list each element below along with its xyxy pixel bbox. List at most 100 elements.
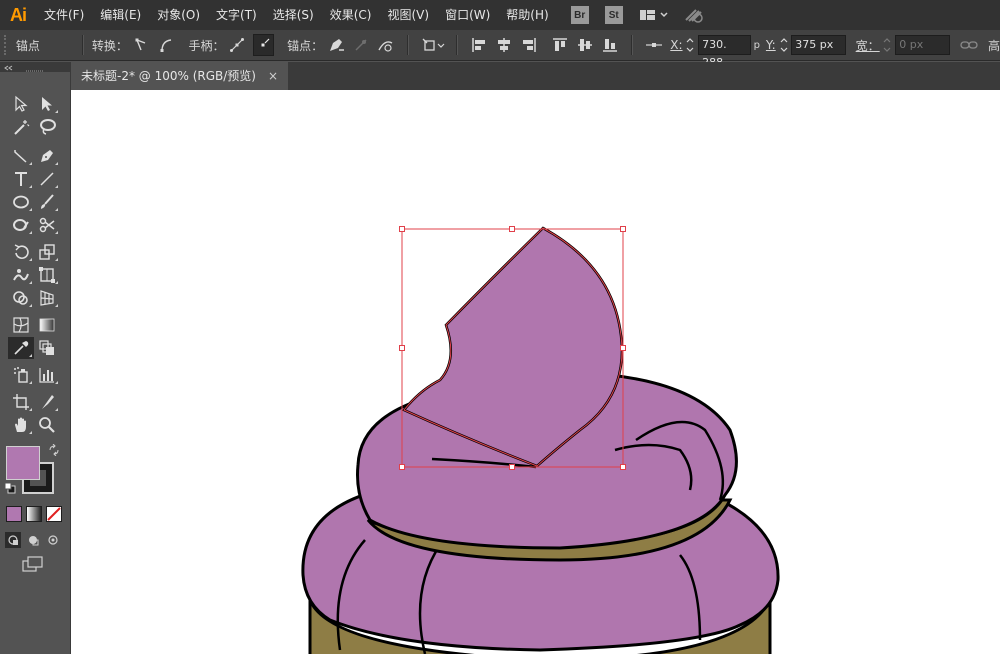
control-bar: 锚点 转换： 手柄： 锚点： X: 730. 288 p Y: 375 px 宽… (0, 30, 1000, 69)
hand-icon (15, 417, 26, 432)
free-transform-tool[interactable] (34, 264, 60, 286)
stock-button[interactable]: St (604, 6, 623, 24)
none-mode-button[interactable] (46, 506, 62, 522)
swap-fill-stroke-icon[interactable] (48, 444, 60, 456)
show-handles-button[interactable] (228, 35, 247, 55)
convert-to-corner-button[interactable] (131, 35, 150, 55)
hide-handles-button[interactable] (252, 34, 275, 56)
workspace-switcher[interactable] (639, 8, 669, 22)
mesh-tool[interactable] (8, 314, 34, 336)
width-input[interactable]: 0 px (895, 35, 950, 55)
menu-file[interactable]: 文件(F) (36, 0, 92, 30)
close-tab-icon[interactable]: × (268, 62, 278, 90)
isolate-object-button[interactable] (420, 35, 445, 55)
align-right-button[interactable] (520, 35, 539, 55)
menu-select[interactable]: 选择(S) (265, 0, 322, 30)
y-stepper[interactable] (778, 35, 790, 55)
menu-type[interactable]: 文字(T) (208, 0, 265, 30)
align-bottom-icon (603, 39, 618, 52)
draw-behind-button[interactable] (25, 532, 41, 548)
cut-path-at-anchor-button[interactable] (377, 35, 396, 55)
connect-anchors-button[interactable] (351, 35, 370, 55)
symbol-sprayer-icon (14, 366, 28, 383)
magic-wand-tool[interactable] (8, 116, 34, 138)
shaper-tool[interactable] (8, 214, 34, 236)
zoom-tool[interactable] (34, 414, 60, 436)
remove-anchor-button[interactable] (326, 35, 345, 55)
perspective-grid-tool[interactable] (34, 287, 60, 309)
x-position-input[interactable]: 730. 288 (698, 35, 751, 69)
align-top-button[interactable] (550, 35, 569, 55)
gradient-icon (39, 318, 55, 331)
constrain-proportions-button[interactable] (960, 35, 979, 55)
line-segment-tool[interactable] (34, 168, 60, 190)
lasso-tool[interactable] (34, 116, 60, 138)
warp-tool[interactable] (8, 264, 34, 286)
arrow-solid-icon (42, 96, 52, 111)
document-tab[interactable]: 未标题-2* @ 100% (RGB/预览) × (71, 62, 289, 90)
screen-mode-button[interactable] (22, 556, 44, 575)
type-tool[interactable] (8, 168, 34, 190)
divider (407, 35, 410, 55)
menu-effect[interactable]: 效果(C) (322, 0, 380, 30)
width-stepper[interactable] (882, 35, 894, 55)
artboard-tool[interactable] (8, 391, 34, 413)
pen-minus-icon (329, 39, 344, 51)
connect-anchors-icon (355, 39, 367, 51)
convert-to-smooth-button[interactable] (156, 35, 175, 55)
align-left-button[interactable] (469, 35, 488, 55)
gpu-performance-icon[interactable] (683, 7, 705, 23)
shaper-icon (13, 218, 29, 231)
y-label: Y: (765, 38, 776, 52)
rotate-tool[interactable] (8, 241, 34, 263)
scissors-tool[interactable] (34, 214, 60, 236)
pen-nib-icon (41, 149, 53, 162)
control-bar-grip[interactable] (4, 35, 10, 55)
default-fill-stroke-icon[interactable] (4, 482, 16, 494)
ellipse-icon (13, 195, 29, 208)
hand-tool[interactable] (8, 414, 34, 436)
gradient-mode-button[interactable] (26, 506, 42, 522)
draw-inside-button[interactable] (45, 532, 61, 548)
menu-view[interactable]: 视图(V) (379, 0, 437, 30)
align-vcenter-button[interactable] (575, 35, 594, 55)
scale-tool[interactable] (34, 241, 60, 263)
align-hcenter-button[interactable] (494, 35, 513, 55)
align-bottom-button[interactable] (601, 35, 620, 55)
menu-bar: Ai 文件(F) 编辑(E) 对象(O) 文字(T) 选择(S) 效果(C) 视… (0, 0, 1000, 30)
selection-tool[interactable] (8, 93, 34, 115)
x-stepper[interactable] (685, 35, 697, 55)
pen-tool[interactable] (34, 145, 60, 167)
blend-icon (39, 339, 54, 355)
eyedropper-tool[interactable] (8, 336, 34, 359)
artboard-canvas[interactable] (71, 90, 1000, 654)
anchor-selection-label: 锚点 (15, 38, 40, 53)
column-graph-tool[interactable] (34, 364, 60, 386)
direct-selection-tool[interactable] (34, 93, 60, 115)
tools-panel-header[interactable] (0, 62, 70, 72)
symbol-sprayer-tool[interactable] (8, 364, 34, 386)
gradient-tool[interactable] (34, 314, 60, 336)
draw-normal-button[interactable] (5, 532, 21, 548)
ellipse-tool[interactable] (8, 191, 34, 213)
type-t-icon (15, 171, 27, 186)
anchors-label: 锚点： (287, 38, 324, 53)
paintbrush-icon (41, 193, 54, 209)
bridge-button[interactable]: Br (570, 6, 589, 24)
blend-tool[interactable] (34, 337, 60, 359)
menu-edit[interactable]: 编辑(E) (92, 0, 149, 30)
align-top-icon (552, 38, 567, 51)
menu-window[interactable]: 窗口(W) (437, 0, 498, 30)
slice-tool[interactable] (34, 391, 60, 413)
document-tab-bar: 未标题-2* @ 100% (RGB/预览) × (71, 62, 1000, 90)
curvature-tool[interactable] (8, 145, 34, 167)
y-position-input[interactable]: 375 px (791, 35, 846, 55)
fill-color-swatch[interactable] (6, 446, 40, 480)
color-mode-button[interactable] (6, 506, 22, 522)
magic-wand-icon (14, 119, 30, 135)
menu-help[interactable]: 帮助(H) (498, 0, 556, 30)
shape-builder-tool[interactable] (8, 287, 34, 309)
menu-object[interactable]: 对象(O) (149, 0, 208, 30)
reference-point-button[interactable] (644, 35, 663, 55)
paintbrush-tool[interactable] (34, 191, 60, 213)
